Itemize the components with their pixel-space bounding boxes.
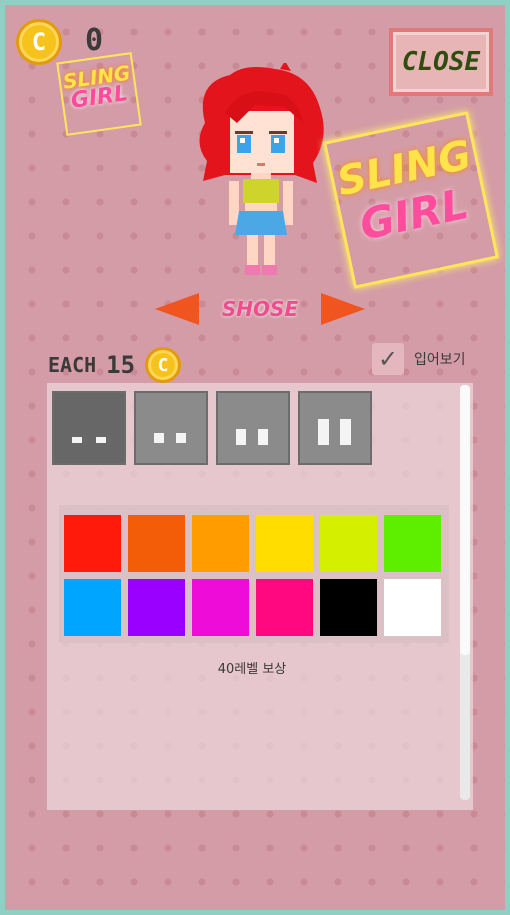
character-preview xyxy=(199,63,324,275)
color-swatch-9[interactable] xyxy=(192,579,249,636)
shoe-style-3[interactable] xyxy=(216,391,290,465)
shoe-style-list xyxy=(52,391,372,465)
color-swatch-5[interactable] xyxy=(320,515,377,572)
shoe-icon xyxy=(72,437,82,443)
color-swatch-10[interactable] xyxy=(256,579,313,636)
color-swatch-2[interactable] xyxy=(128,515,185,572)
try-on-toggle[interactable]: ✓ 입어보기 xyxy=(372,343,466,375)
color-swatch-grid xyxy=(64,515,441,636)
price-value: 15 xyxy=(106,351,136,379)
scrollbar-thumb[interactable] xyxy=(460,385,470,655)
shoe-icon xyxy=(154,433,164,443)
arrow-right-icon[interactable] xyxy=(321,293,365,325)
try-on-checkbox[interactable]: ✓ xyxy=(372,343,404,375)
sling-girl-sign-small: SLING GIRL xyxy=(56,52,142,136)
shoe-icon xyxy=(236,429,246,445)
color-swatch-7[interactable] xyxy=(64,579,121,636)
part-category-label: SHOSE xyxy=(221,297,299,321)
color-palette xyxy=(59,505,449,643)
shop-panel: 40레벨 보상 xyxy=(47,383,473,810)
scrollbar[interactable] xyxy=(460,385,470,800)
shoe-icon xyxy=(340,419,351,445)
shoe-icon xyxy=(96,437,106,443)
try-on-label: 입어보기 xyxy=(414,352,466,368)
shoe-style-4[interactable] xyxy=(298,391,372,465)
sling-girl-sign-large: SLING GIRL xyxy=(323,111,499,289)
coin-glyph: C xyxy=(31,28,47,56)
shoe-icon xyxy=(318,419,329,445)
color-swatch-11[interactable] xyxy=(320,579,377,636)
color-swatch-3[interactable] xyxy=(192,515,249,572)
each-label: EACH xyxy=(48,353,97,377)
arrow-left-icon[interactable] xyxy=(155,293,199,325)
shoe-icon xyxy=(176,433,186,443)
shoe-icon xyxy=(258,429,268,445)
coin-icon: C xyxy=(145,347,182,383)
shoe-style-2[interactable] xyxy=(134,391,208,465)
close-button[interactable]: CLOSE xyxy=(389,28,493,96)
shoe-style-1[interactable] xyxy=(52,391,126,465)
game-screen: C 0 SLING GIRL CLOSE SLING GIRL SHOSE EA… xyxy=(0,0,510,915)
coin-icon: C xyxy=(16,19,62,65)
color-swatch-12[interactable] xyxy=(384,579,441,636)
coin-count: 0 xyxy=(85,23,104,58)
color-swatch-1[interactable] xyxy=(64,515,121,572)
price-row: EACH 15 C xyxy=(48,347,182,383)
color-swatch-4[interactable] xyxy=(256,515,313,572)
color-swatch-8[interactable] xyxy=(128,579,185,636)
color-swatch-6[interactable] xyxy=(384,515,441,572)
reward-label: 40레벨 보상 xyxy=(217,662,287,677)
coin-glyph: C xyxy=(157,354,169,376)
check-icon: ✓ xyxy=(377,345,399,373)
